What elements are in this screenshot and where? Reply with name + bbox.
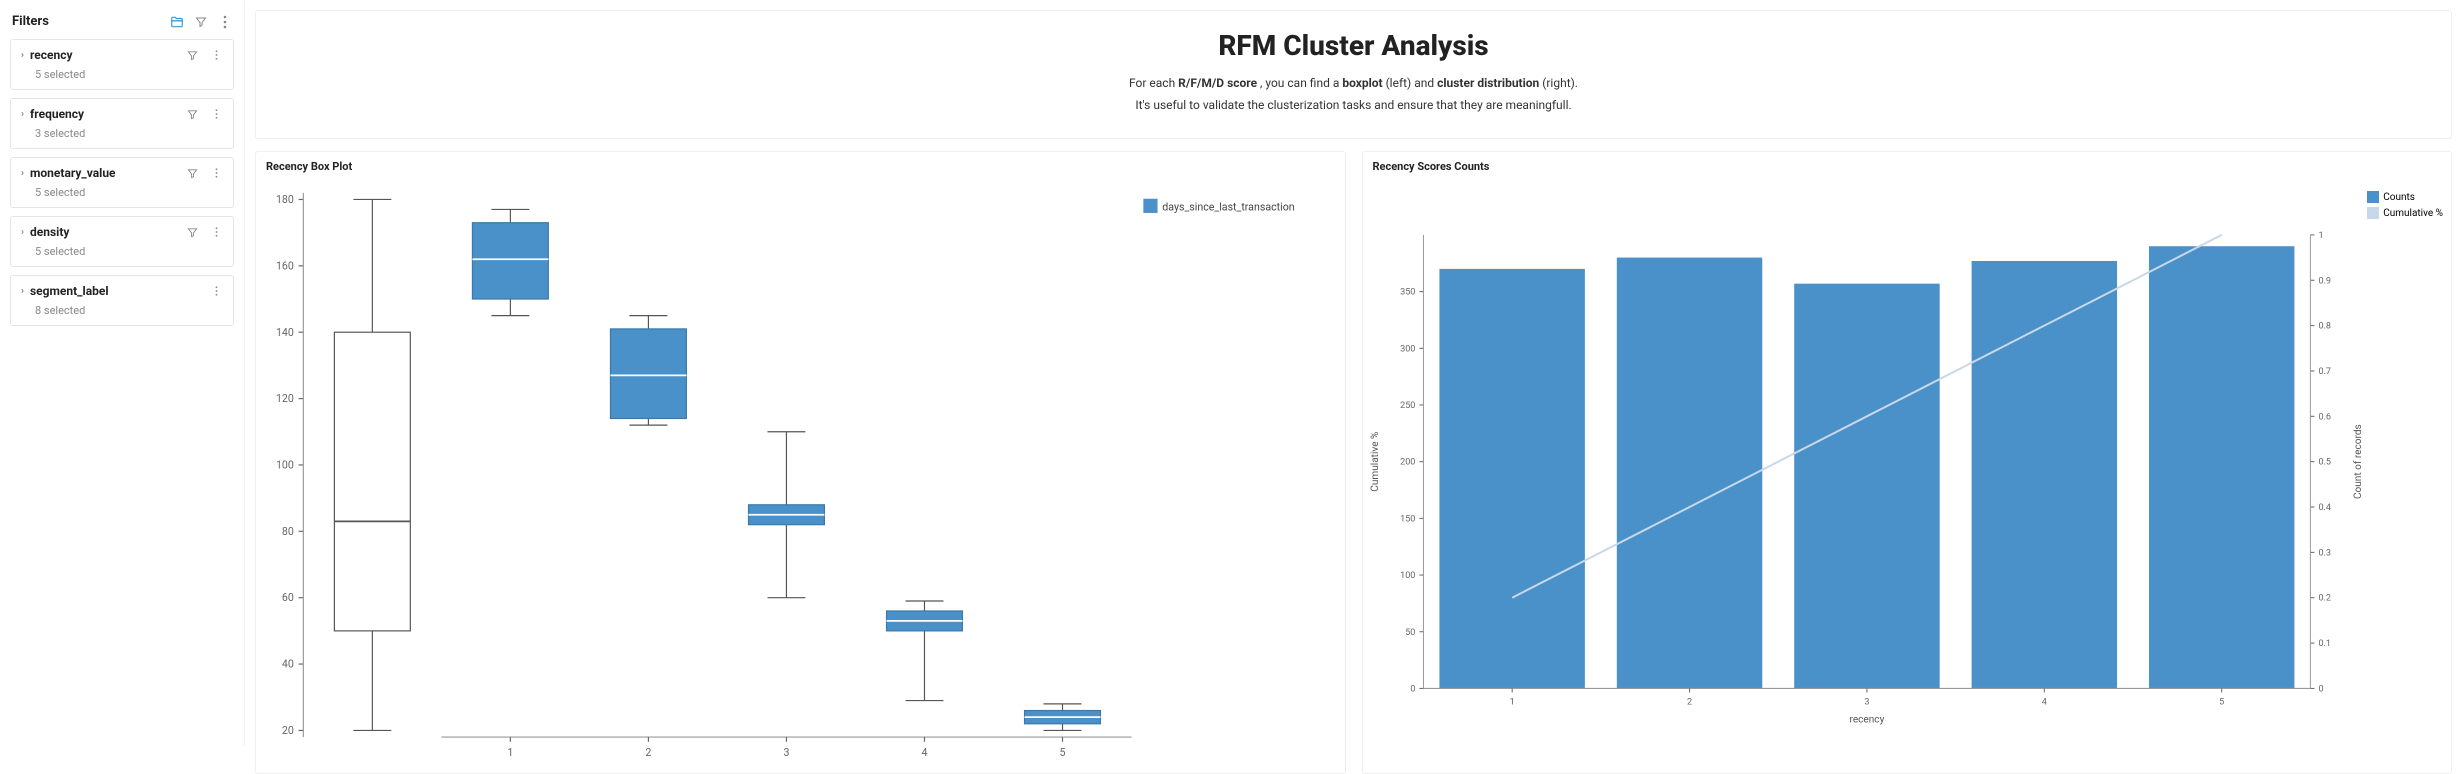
barchart-chart[interactable]: 0 50 100 150 200 250 300 350 0 0.1 0.2 0.3 0.4 0.5 0.6… bbox=[1363, 181, 2452, 773]
barchart-title: Recency Scores Counts bbox=[1363, 152, 2452, 181]
filter-card-recency[interactable]: › recency 5 selected bbox=[10, 39, 234, 90]
svg-text:50: 50 bbox=[1405, 628, 1415, 638]
filter-name: frequency bbox=[30, 107, 84, 121]
svg-text:3: 3 bbox=[1864, 698, 1869, 708]
filters-panel: Filters › recency 5 selected › frequency 3 se… bbox=[0, 0, 245, 745]
svg-text:2: 2 bbox=[645, 746, 651, 759]
svg-text:100: 100 bbox=[276, 458, 294, 471]
filter-name: segment_label bbox=[30, 284, 109, 298]
filter-subtext: 3 selected bbox=[35, 127, 223, 140]
chevron-right-icon: › bbox=[21, 286, 24, 297]
svg-text:2: 2 bbox=[1687, 698, 1692, 708]
hero-line-2: It's useful to validate the clusterizati… bbox=[274, 98, 2433, 112]
svg-text:0.2: 0.2 bbox=[2318, 594, 2331, 604]
filter-card-frequency[interactable]: › frequency 3 selected bbox=[10, 98, 234, 149]
svg-text:60: 60 bbox=[282, 591, 294, 604]
more-icon[interactable] bbox=[209, 107, 223, 121]
more-icon[interactable] bbox=[209, 48, 223, 62]
more-icon[interactable] bbox=[209, 284, 223, 298]
svg-text:0.9: 0.9 bbox=[2318, 276, 2331, 286]
svg-text:350: 350 bbox=[1400, 288, 1415, 298]
svg-text:Count of records: Count of records bbox=[2351, 424, 2363, 499]
svg-text:200: 200 bbox=[1400, 458, 1415, 468]
svg-text:140: 140 bbox=[276, 326, 294, 339]
svg-text:5: 5 bbox=[1060, 746, 1066, 759]
funnel-icon[interactable] bbox=[185, 48, 199, 62]
hero-line-1: For each R/F/M/D score , you can find a … bbox=[274, 76, 2433, 90]
hero-card: RFM Cluster Analysis For each R/F/M/D sc… bbox=[255, 10, 2452, 139]
svg-text:250: 250 bbox=[1400, 401, 1415, 411]
svg-text:0.4: 0.4 bbox=[2318, 503, 2331, 513]
svg-text:0.1: 0.1 bbox=[2318, 639, 2331, 649]
filter-card-monetary_value[interactable]: › monetary_value 5 selected bbox=[10, 157, 234, 208]
svg-text:0.6: 0.6 bbox=[2318, 412, 2331, 422]
svg-text:5: 5 bbox=[2219, 698, 2224, 708]
boxplot-title: Recency Box Plot bbox=[256, 152, 1345, 181]
chevron-right-icon: › bbox=[21, 109, 24, 120]
more-icon[interactable] bbox=[209, 166, 223, 180]
filters-header: Filters bbox=[10, 10, 234, 39]
svg-text:3: 3 bbox=[783, 746, 789, 759]
page-title: RFM Cluster Analysis bbox=[274, 29, 2433, 62]
filter-subtext: 5 selected bbox=[35, 68, 223, 81]
svg-text:100: 100 bbox=[1400, 571, 1415, 581]
svg-text:recency: recency bbox=[1849, 715, 1884, 726]
svg-text:0.8: 0.8 bbox=[2318, 322, 2331, 332]
funnel-icon[interactable] bbox=[185, 107, 199, 121]
barchart-card: Recency Scores Counts 050100150200250300… bbox=[1362, 151, 2453, 774]
svg-text:0.3: 0.3 bbox=[2318, 548, 2331, 558]
svg-text:Cumulative %: Cumulative % bbox=[1370, 432, 1381, 492]
boxplot-chart[interactable]: 20 40 60 80 100 120 140 160 180 1 2 3 4 5 days_since_l… bbox=[256, 181, 1345, 773]
filter-subtext: 5 selected bbox=[35, 186, 223, 199]
svg-text:160: 160 bbox=[276, 259, 294, 272]
svg-text:300: 300 bbox=[1400, 344, 1415, 354]
filter-name: recency bbox=[30, 48, 73, 62]
boxplot-card: Recency Box Plot 20 40 60 80 100 120 140 160 180… bbox=[255, 151, 1346, 774]
chevron-right-icon: › bbox=[21, 227, 24, 238]
more-icon[interactable] bbox=[218, 15, 232, 29]
filter-card-density[interactable]: › density 5 selected bbox=[10, 216, 234, 267]
funnel-icon[interactable] bbox=[194, 15, 208, 29]
svg-text:120: 120 bbox=[276, 392, 294, 405]
funnel-icon[interactable] bbox=[185, 225, 199, 239]
svg-text:1: 1 bbox=[1509, 698, 1514, 708]
svg-text:0.5: 0.5 bbox=[2318, 458, 2331, 468]
svg-text:4: 4 bbox=[921, 746, 927, 759]
funnel-icon[interactable] bbox=[185, 166, 199, 180]
filters-title: Filters bbox=[12, 14, 49, 29]
svg-text:20: 20 bbox=[282, 724, 294, 737]
chevron-right-icon: › bbox=[21, 168, 24, 179]
barchart-legend: Counts Cumulative % bbox=[2367, 191, 2443, 223]
svg-text:1: 1 bbox=[507, 746, 513, 759]
svg-text:180: 180 bbox=[276, 193, 294, 206]
folder-icon[interactable] bbox=[170, 15, 184, 29]
filter-subtext: 8 selected bbox=[35, 304, 223, 317]
svg-text:4: 4 bbox=[2041, 698, 2046, 708]
filter-subtext: 5 selected bbox=[35, 245, 223, 258]
more-icon[interactable] bbox=[209, 225, 223, 239]
main-content: RFM Cluster Analysis For each R/F/M/D sc… bbox=[245, 0, 2462, 745]
filter-name: density bbox=[30, 225, 69, 239]
svg-text:0: 0 bbox=[2318, 684, 2323, 694]
svg-text:1: 1 bbox=[2318, 231, 2323, 241]
svg-text:days_since_last_transaction: days_since_last_transaction bbox=[1162, 201, 1294, 214]
filter-name: monetary_value bbox=[30, 166, 116, 180]
svg-text:0.7: 0.7 bbox=[2318, 367, 2331, 377]
svg-text:0: 0 bbox=[1410, 684, 1415, 694]
filter-card-segment_label[interactable]: › segment_label 8 selected bbox=[10, 275, 234, 326]
chevron-right-icon: › bbox=[21, 50, 24, 61]
svg-text:150: 150 bbox=[1400, 514, 1415, 524]
svg-text:40: 40 bbox=[282, 658, 294, 671]
svg-text:80: 80 bbox=[282, 525, 294, 538]
